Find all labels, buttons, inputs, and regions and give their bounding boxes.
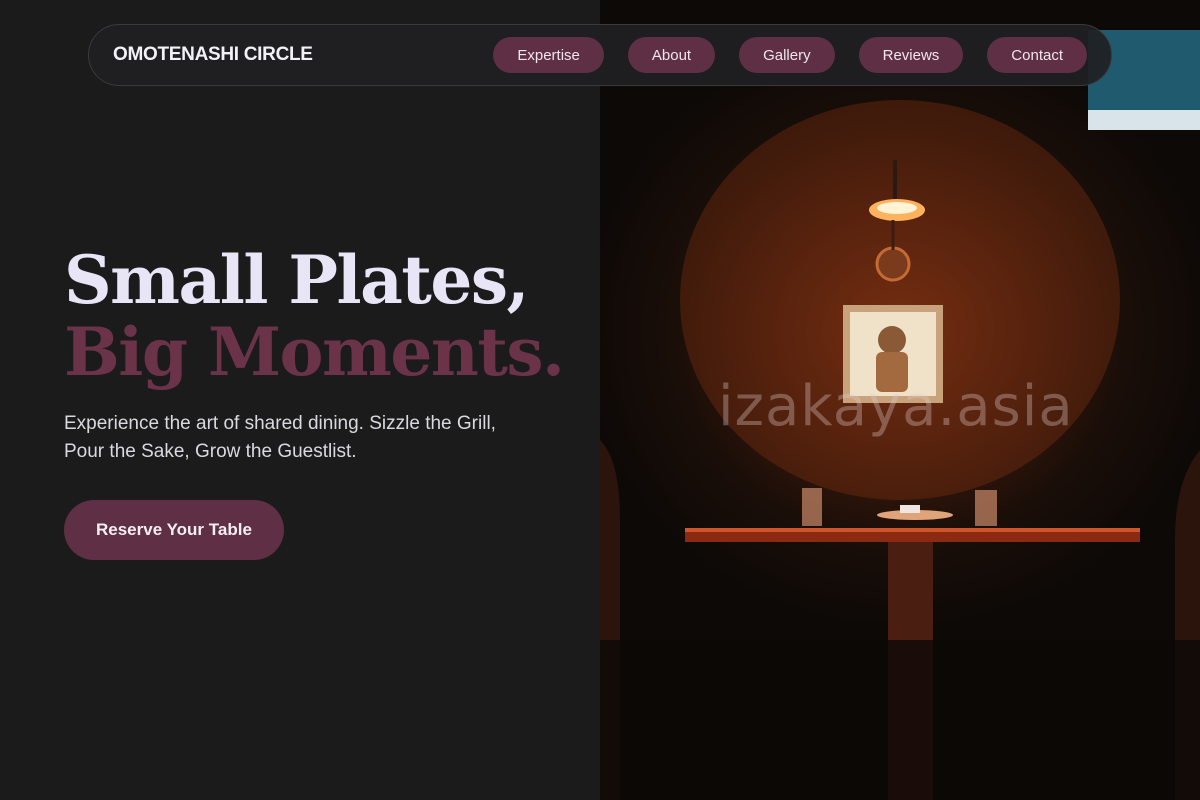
hero-photo: izakaya.asia bbox=[600, 0, 1200, 800]
hero-section: Small Plates, Big Moments. Experience th… bbox=[64, 244, 584, 560]
nav-link-gallery[interactable]: Gallery bbox=[739, 37, 835, 73]
nav-link-about[interactable]: About bbox=[627, 37, 716, 73]
hero-subtitle: Experience the art of shared dining. Siz… bbox=[64, 413, 496, 462]
nav-link-reviews[interactable]: Reviews bbox=[858, 37, 964, 73]
nav-link-contact[interactable]: Contact bbox=[987, 37, 1087, 73]
watermark-text: izakaya.asia bbox=[718, 374, 1074, 439]
hero-title-line1: Small Plates, bbox=[64, 241, 529, 319]
brand-logo[interactable]: OMOTENASHI CIRCLE bbox=[113, 44, 313, 66]
nav-links: Expertise About Gallery Reviews Contact bbox=[493, 37, 1087, 73]
hero-title: Small Plates, Big Moments. bbox=[64, 244, 584, 388]
hero-title-line2: Big Moments. bbox=[64, 313, 565, 391]
nav-link-expertise[interactable]: Expertise bbox=[493, 37, 604, 73]
top-navbar: OMOTENASHI CIRCLE Expertise About Galler… bbox=[88, 24, 1112, 86]
reserve-table-button[interactable]: Reserve Your Table bbox=[64, 500, 284, 560]
